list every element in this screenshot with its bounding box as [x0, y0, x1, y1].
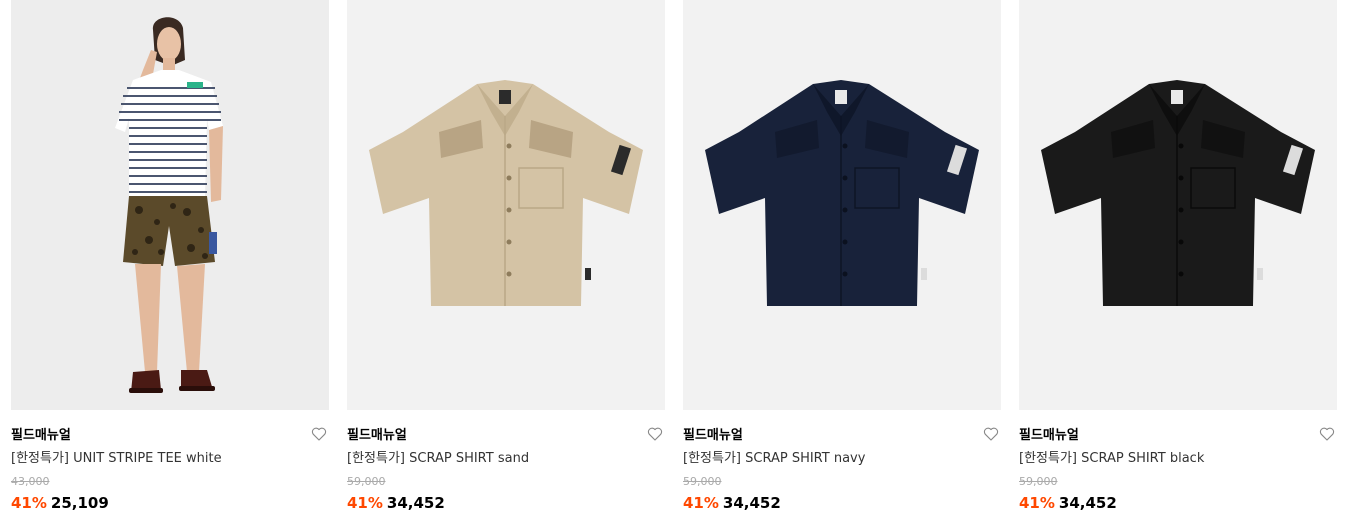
- brand-name[interactable]: 필드매뉴얼: [11, 428, 71, 443]
- heart-outline-icon[interactable]: [1319, 426, 1335, 442]
- discount-rate: 41%: [11, 494, 47, 512]
- sale-price: 34,452: [386, 494, 445, 512]
- brand-row: 필드매뉴얼: [683, 424, 1001, 444]
- price-row: 41% 34,452: [347, 493, 445, 513]
- heart-outline-icon[interactable]: [311, 426, 327, 442]
- price-row: 41% 34,452: [683, 493, 781, 513]
- brand-row: 필드매뉴얼: [347, 424, 665, 444]
- shirt-sand-photo: [347, 0, 665, 410]
- original-price: 59,000: [1019, 475, 1058, 488]
- discount-rate: 41%: [1019, 494, 1055, 512]
- original-price: 59,000: [347, 475, 386, 488]
- shirt-navy-photo: [683, 0, 1001, 410]
- price-row: 41% 34,452: [1019, 493, 1117, 513]
- brand-name[interactable]: 필드매뉴얼: [683, 428, 743, 443]
- heart-outline-icon[interactable]: [983, 426, 999, 442]
- original-price: 59,000: [683, 475, 722, 488]
- brand-name[interactable]: 필드매뉴얼: [347, 428, 407, 443]
- price-row: 41% 25,109: [11, 493, 109, 513]
- shirt-black-photo: [1019, 0, 1337, 410]
- sale-price: 34,452: [722, 494, 781, 512]
- discount-rate: 41%: [683, 494, 719, 512]
- heart-outline-icon[interactable]: [647, 426, 663, 442]
- product-name[interactable]: [한정특가] SCRAP SHIRT navy: [683, 450, 865, 468]
- brand-name[interactable]: 필드매뉴얼: [1019, 428, 1079, 443]
- sale-price: 25,109: [50, 494, 109, 512]
- model-striped-tee-photo: [11, 0, 329, 410]
- original-price: 43,000: [11, 475, 50, 488]
- sale-price: 34,452: [1058, 494, 1117, 512]
- discount-rate: 41%: [347, 494, 383, 512]
- brand-row: 필드매뉴얼: [11, 424, 329, 444]
- product-name[interactable]: [한정특가] SCRAP SHIRT sand: [347, 450, 529, 468]
- product-image[interactable]: [347, 0, 665, 410]
- product-image[interactable]: [683, 0, 1001, 410]
- product-card[interactable]: 필드매뉴얼 [한정특가] SCRAP SHIRT black 59,000 41…: [1019, 0, 1337, 512]
- product-card[interactable]: 필드매뉴얼 [한정특가] SCRAP SHIRT navy 59,000 41%…: [683, 0, 1001, 512]
- product-name[interactable]: [한정특가] SCRAP SHIRT black: [1019, 450, 1204, 468]
- product-card[interactable]: 필드매뉴얼 [한정특가] UNIT STRIPE TEE white 43,00…: [11, 0, 329, 512]
- product-name[interactable]: [한정특가] UNIT STRIPE TEE white: [11, 450, 222, 468]
- product-image[interactable]: [1019, 0, 1337, 410]
- product-grid: 필드매뉴얼 [한정특가] UNIT STRIPE TEE white 43,00…: [11, 0, 1337, 512]
- product-image[interactable]: [11, 0, 329, 410]
- brand-row: 필드매뉴얼: [1019, 424, 1337, 444]
- product-card[interactable]: 필드매뉴얼 [한정특가] SCRAP SHIRT sand 59,000 41%…: [347, 0, 665, 512]
